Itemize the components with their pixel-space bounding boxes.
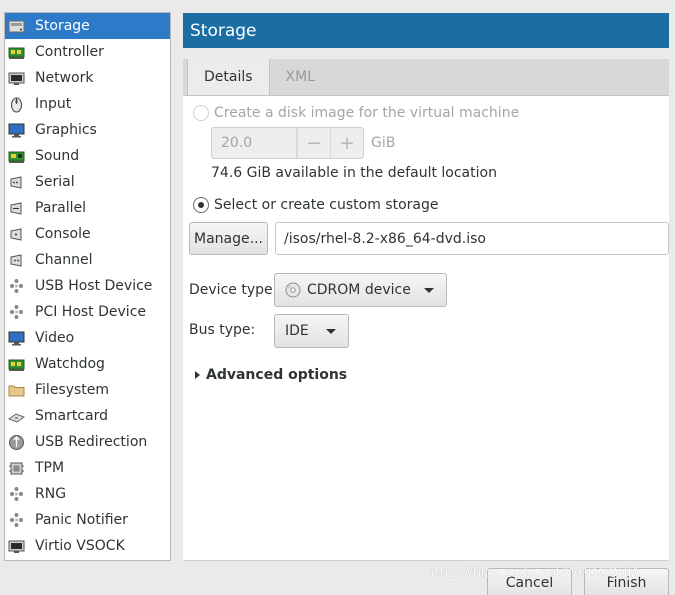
mouse-icon: [8, 96, 25, 113]
sidebar-item-label: Watchdog: [35, 356, 105, 372]
sidebar-item-label: RNG: [35, 486, 67, 502]
finish-button[interactable]: Finish: [584, 568, 669, 595]
decrement-button[interactable]: −: [297, 128, 330, 158]
video-monitor-icon: [8, 330, 25, 347]
tab-bar: Details XML: [183, 59, 669, 96]
storage-panel: Details XML Create a disk image for the …: [183, 59, 669, 561]
sidebar-item-label: Filesystem: [35, 382, 110, 398]
chevron-down-icon: [326, 328, 336, 334]
sidebar-item-label: PCI Host Device: [35, 304, 147, 320]
sidebar-item-label: Console: [35, 226, 91, 242]
page-title: Storage: [183, 13, 669, 48]
sidebar-item-filesystem[interactable]: Filesystem: [5, 377, 170, 403]
sidebar-item-label: Network: [35, 70, 94, 86]
sidebar-item-graphics[interactable]: Graphics: [5, 117, 170, 143]
smartcard-icon: [8, 408, 25, 425]
serial-port-icon: [8, 174, 25, 191]
sidebar-item-parallel[interactable]: Parallel: [5, 195, 170, 221]
manage-button[interactable]: Manage...: [189, 222, 268, 255]
hardware-list: Storage Controller Network Input Graphics Sou…: [4, 12, 171, 561]
bus-type-label: Bus type:: [189, 322, 256, 338]
tab-xml[interactable]: XML: [270, 59, 331, 95]
usb-device-icon: [8, 278, 25, 295]
sidebar-item-virtio-vsock[interactable]: Virtio VSOCK: [5, 533, 170, 559]
sidebar-item-label: TPM: [35, 460, 65, 476]
sidebar-item-watchdog[interactable]: Watchdog: [5, 351, 170, 377]
sidebar-item-video[interactable]: Video: [5, 325, 170, 351]
sidebar-item-label: Parallel: [35, 200, 87, 216]
disk-size-spinner[interactable]: 20.0 − +: [211, 127, 364, 159]
sidebar-item-usb-redirection[interactable]: USB Redirection: [5, 429, 170, 455]
rng-icon: [8, 486, 25, 503]
storage-icon: [8, 18, 25, 35]
increment-button[interactable]: +: [330, 128, 363, 158]
chip-icon: [8, 460, 25, 477]
usb-redirection-icon: [8, 434, 25, 451]
sound-card-icon: [8, 148, 25, 165]
disk-size-unit: GiB: [371, 135, 396, 151]
create-disk-option[interactable]: Create a disk image for the virtual mach…: [193, 105, 519, 121]
storage-path-input[interactable]: /isos/rhel-8.2-x86_64-dvd.iso: [275, 222, 669, 255]
console-icon: [8, 226, 25, 243]
device-type-dropdown[interactable]: CDROM device: [274, 273, 447, 307]
tab-details[interactable]: Details: [187, 59, 270, 95]
sidebar-item-label: Virtio VSOCK: [35, 538, 125, 554]
sidebar-item-console[interactable]: Console: [5, 221, 170, 247]
sidebar-item-sound[interactable]: Sound: [5, 143, 170, 169]
sidebar-item-input[interactable]: Input: [5, 91, 170, 117]
cdrom-icon: [285, 282, 301, 298]
pci-device-icon: [8, 304, 25, 321]
cancel-button[interactable]: Cancel: [487, 568, 572, 595]
sidebar-item-label: Video: [35, 330, 75, 346]
available-space-text: 74.6 GiB available in the default locati…: [211, 165, 497, 181]
vsock-icon: [8, 538, 25, 555]
folder-icon: [8, 382, 25, 399]
sidebar-item-label: Sound: [35, 148, 80, 164]
bus-type-value: IDE: [285, 323, 309, 339]
sidebar-item-tpm[interactable]: TPM: [5, 455, 170, 481]
device-type-label: Device type:: [189, 282, 278, 298]
sidebar-item-label: Input: [35, 96, 72, 112]
advanced-options-label: Advanced options: [206, 367, 348, 383]
network-icon: [8, 70, 25, 87]
sidebar-item-pci-host-device[interactable]: PCI Host Device: [5, 299, 170, 325]
create-disk-label: Create a disk image for the virtual mach…: [214, 105, 520, 121]
custom-storage-radio[interactable]: [193, 197, 209, 213]
panic-notifier-icon: [8, 512, 25, 529]
sidebar-item-channel[interactable]: Channel: [5, 247, 170, 273]
watchdog-icon: [8, 356, 25, 373]
advanced-options-expander[interactable]: Advanced options: [195, 367, 347, 383]
controller-icon: [8, 44, 25, 61]
create-disk-radio[interactable]: [193, 105, 209, 121]
sidebar-item-label: Panic Notifier: [35, 512, 128, 528]
parallel-port-icon: [8, 200, 25, 217]
sidebar-item-label: Smartcard: [35, 408, 109, 424]
sidebar-item-label: Channel: [35, 252, 93, 268]
sidebar-item-label: USB Host Device: [35, 278, 153, 294]
sidebar-item-label: Serial: [35, 174, 75, 190]
sidebar-item-controller[interactable]: Controller: [5, 39, 170, 65]
sidebar-item-label: Graphics: [35, 122, 97, 138]
disk-size-value[interactable]: 20.0: [212, 128, 297, 158]
expander-arrow-icon: [195, 371, 200, 379]
sidebar-item-label: USB Redirection: [35, 434, 148, 450]
channel-icon: [8, 252, 25, 269]
monitor-icon: [8, 122, 25, 139]
custom-storage-option[interactable]: Select or create custom storage: [193, 197, 439, 213]
sidebar-item-label: Storage: [35, 18, 90, 34]
device-type-value: CDROM device: [307, 282, 411, 298]
sidebar-item-serial[interactable]: Serial: [5, 169, 170, 195]
sidebar-item-label: Controller: [35, 44, 104, 60]
sidebar-item-smartcard[interactable]: Smartcard: [5, 403, 170, 429]
sidebar-item-usb-host-device[interactable]: USB Host Device: [5, 273, 170, 299]
bus-type-dropdown[interactable]: IDE: [274, 314, 349, 348]
chevron-down-icon: [424, 287, 434, 293]
sidebar-item-network[interactable]: Network: [5, 65, 170, 91]
sidebar-item-panic-notifier[interactable]: Panic Notifier: [5, 507, 170, 533]
sidebar-item-storage[interactable]: Storage: [5, 13, 170, 39]
custom-storage-label: Select or create custom storage: [214, 197, 439, 213]
sidebar-item-rng[interactable]: RNG: [5, 481, 170, 507]
